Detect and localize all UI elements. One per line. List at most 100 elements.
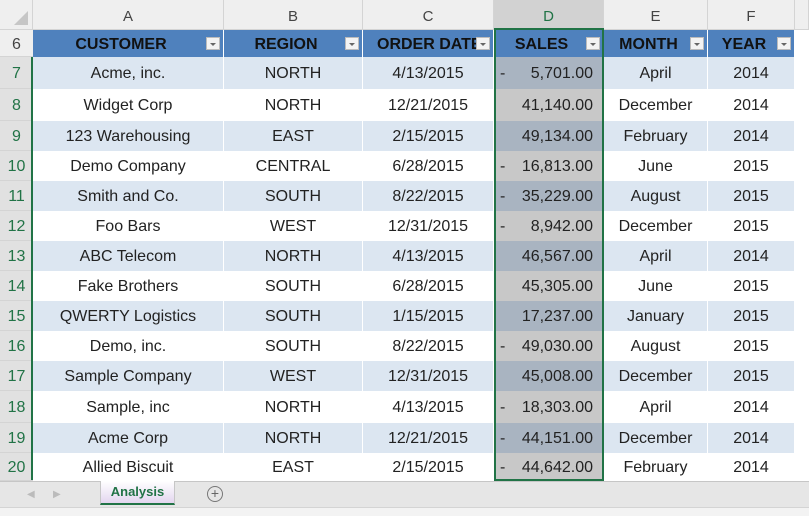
cell-customer[interactable]: Smith and Co. (33, 181, 224, 211)
filter-dropdown-icon[interactable] (777, 37, 791, 50)
cell-sales[interactable]: -35,229.00 (494, 181, 604, 211)
cell-order-date[interactable]: 4/13/2015 (363, 391, 494, 423)
cell-month[interactable]: April (604, 241, 708, 271)
cell-sales[interactable]: 46,567.00 (494, 241, 604, 271)
cell-region[interactable]: NORTH (224, 57, 363, 89)
column-header-c[interactable]: C (363, 0, 494, 30)
cell-month[interactable]: February (604, 121, 708, 151)
cell-customer[interactable]: Fake Brothers (33, 271, 224, 301)
cell-sales[interactable]: - 8,942.00 (494, 211, 604, 241)
cell-order-date[interactable]: 2/15/2015 (363, 453, 494, 481)
cell-region[interactable]: NORTH (224, 391, 363, 423)
cell-sales[interactable]: -16,813.00 (494, 151, 604, 181)
cell-month[interactable]: June (604, 151, 708, 181)
cell-order-date[interactable]: 1/15/2015 (363, 301, 494, 331)
row-header[interactable]: 19 (0, 423, 33, 453)
cell-order-date[interactable]: 2/15/2015 (363, 121, 494, 151)
filter-dropdown-icon[interactable] (586, 37, 600, 50)
cell-order-date[interactable]: 4/13/2015 (363, 57, 494, 89)
cell-region[interactable]: EAST (224, 453, 363, 481)
row-header[interactable]: 14 (0, 271, 33, 301)
cell-year[interactable]: 2015 (708, 151, 795, 181)
cell-month[interactable]: December (604, 423, 708, 453)
filter-dropdown-icon[interactable] (476, 37, 490, 50)
cell-sales[interactable]: -18,303.00 (494, 391, 604, 423)
row-header[interactable]: 20 (0, 453, 33, 481)
cell-month[interactable]: December (604, 89, 708, 121)
cell-year[interactable]: 2014 (708, 241, 795, 271)
cell-month[interactable]: December (604, 361, 708, 391)
cell-sales[interactable]: -49,030.00 (494, 331, 604, 361)
cell-sales[interactable]: 49,134.00 (494, 121, 604, 151)
cell-order-date[interactable]: 12/21/2015 (363, 89, 494, 121)
cell-order-date[interactable]: 8/22/2015 (363, 331, 494, 361)
cell-order-date[interactable]: 6/28/2015 (363, 271, 494, 301)
filter-dropdown-icon[interactable] (206, 37, 220, 50)
cell-region[interactable]: CENTRAL (224, 151, 363, 181)
cell-order-date[interactable]: 12/21/2015 (363, 423, 494, 453)
cell-sales[interactable]: 17,237.00 (494, 301, 604, 331)
cell-year[interactable]: 2014 (708, 89, 795, 121)
cell-sales[interactable]: -44,151.00 (494, 423, 604, 453)
cell-order-date[interactable]: 4/13/2015 (363, 241, 494, 271)
cell-year[interactable]: 2014 (708, 57, 795, 89)
row-header[interactable]: 12 (0, 211, 33, 241)
cell-year[interactable]: 2014 (708, 121, 795, 151)
cell-year[interactable]: 2015 (708, 361, 795, 391)
cell-order-date[interactable]: 12/31/2015 (363, 211, 494, 241)
cell-customer[interactable]: Acme Corp (33, 423, 224, 453)
cell-sales[interactable]: 45,008.00 (494, 361, 604, 391)
cell-customer[interactable]: 123 Warehousing (33, 121, 224, 151)
cell-year[interactable]: 2015 (708, 211, 795, 241)
column-header-e[interactable]: E (604, 0, 708, 30)
cell-order-date[interactable]: 6/28/2015 (363, 151, 494, 181)
row-header[interactable]: 10 (0, 151, 33, 181)
cell-sales[interactable]: 41,140.00 (494, 89, 604, 121)
cell-year[interactable]: 2015 (708, 271, 795, 301)
cell-region[interactable]: WEST (224, 211, 363, 241)
cell-customer[interactable]: Allied Biscuit (33, 453, 224, 481)
cell-year[interactable]: 2015 (708, 301, 795, 331)
cell-customer[interactable]: Widget Corp (33, 89, 224, 121)
cell-region[interactable]: EAST (224, 121, 363, 151)
next-sheet-icon[interactable]: ▶ (53, 489, 61, 500)
cell-region[interactable]: NORTH (224, 89, 363, 121)
cell-month[interactable]: June (604, 271, 708, 301)
column-header-a[interactable]: A (33, 0, 224, 30)
cell-customer[interactable]: QWERTY Logistics (33, 301, 224, 331)
cell-region[interactable]: SOUTH (224, 271, 363, 301)
cell-month[interactable]: December (604, 211, 708, 241)
row-header[interactable]: 17 (0, 361, 33, 391)
cell-sales[interactable]: 45,305.00 (494, 271, 604, 301)
cell-year[interactable]: 2014 (708, 453, 795, 481)
filter-dropdown-icon[interactable] (345, 37, 359, 50)
select-all-corner[interactable] (0, 0, 33, 30)
cell-customer[interactable]: Demo, inc. (33, 331, 224, 361)
column-header-d[interactable]: D (494, 0, 604, 30)
cell-sales[interactable]: - 5,701.00 (494, 57, 604, 89)
row-header[interactable]: 9 (0, 121, 33, 151)
sheet-tab-analysis[interactable]: Analysis (100, 481, 175, 505)
cell-customer[interactable]: Acme, inc. (33, 57, 224, 89)
row-header[interactable]: 18 (0, 391, 33, 423)
row-header[interactable]: 16 (0, 331, 33, 361)
row-header[interactable]: 15 (0, 301, 33, 331)
row-header[interactable]: 8 (0, 89, 33, 121)
cell-month[interactable]: February (604, 453, 708, 481)
cell-order-date[interactable]: 8/22/2015 (363, 181, 494, 211)
row-header[interactable]: 6 (0, 30, 33, 57)
add-sheet-icon[interactable]: + (207, 486, 223, 502)
cell-order-date[interactable]: 12/31/2015 (363, 361, 494, 391)
cell-year[interactable]: 2014 (708, 391, 795, 423)
cell-region[interactable]: NORTH (224, 423, 363, 453)
filter-dropdown-icon[interactable] (690, 37, 704, 50)
cell-month[interactable]: April (604, 391, 708, 423)
cell-month[interactable]: August (604, 181, 708, 211)
row-header[interactable]: 11 (0, 181, 33, 211)
cell-customer[interactable]: Sample Company (33, 361, 224, 391)
row-header[interactable]: 13 (0, 241, 33, 271)
column-header-b[interactable]: B (224, 0, 363, 30)
cell-year[interactable]: 2015 (708, 331, 795, 361)
cell-sales[interactable]: -44,642.00 (494, 453, 604, 481)
cell-customer[interactable]: Foo Bars (33, 211, 224, 241)
